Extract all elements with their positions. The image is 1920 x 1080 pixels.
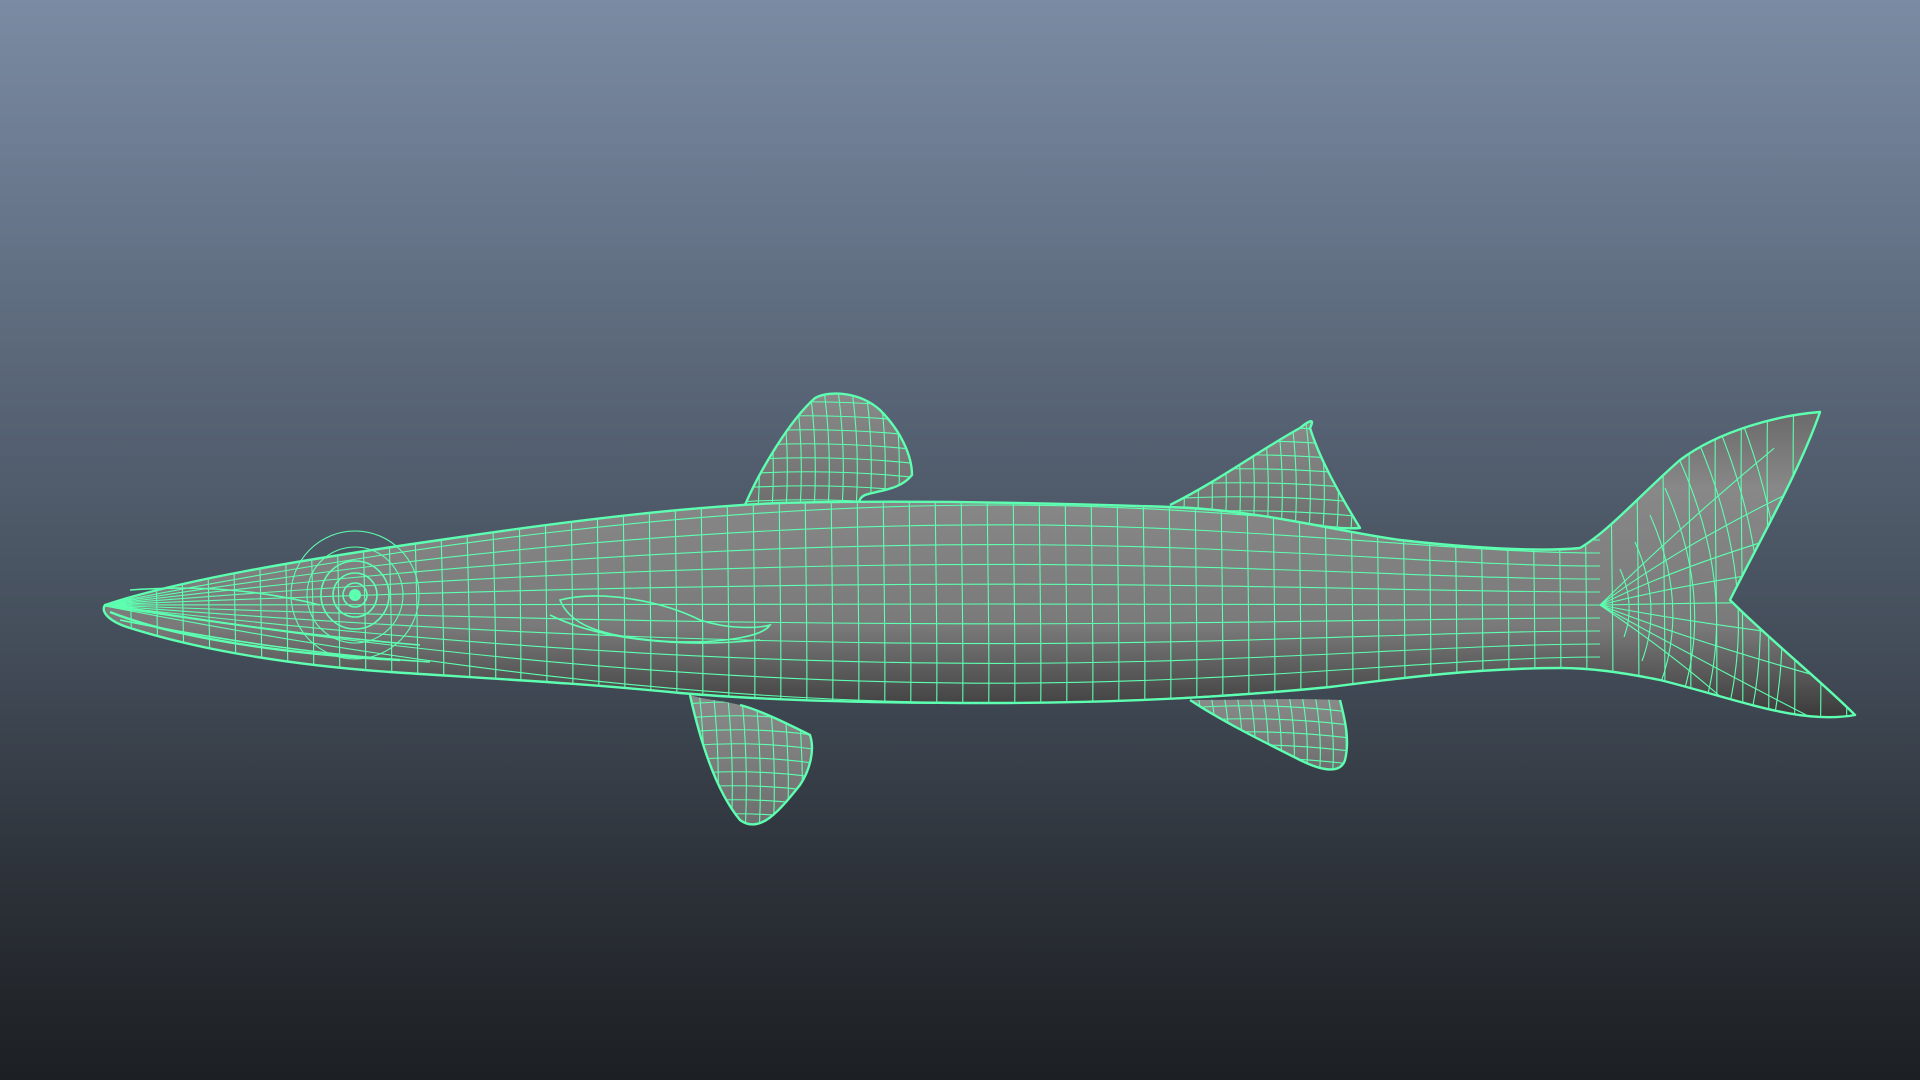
dorsal-fin-front[interactable] [740, 388, 920, 510]
3d-viewport[interactable] [0, 0, 1920, 1080]
viewport-scene[interactable] [0, 0, 1920, 1080]
pectoral-fin[interactable] [685, 688, 820, 835]
anal-fin[interactable] [1185, 693, 1350, 780]
